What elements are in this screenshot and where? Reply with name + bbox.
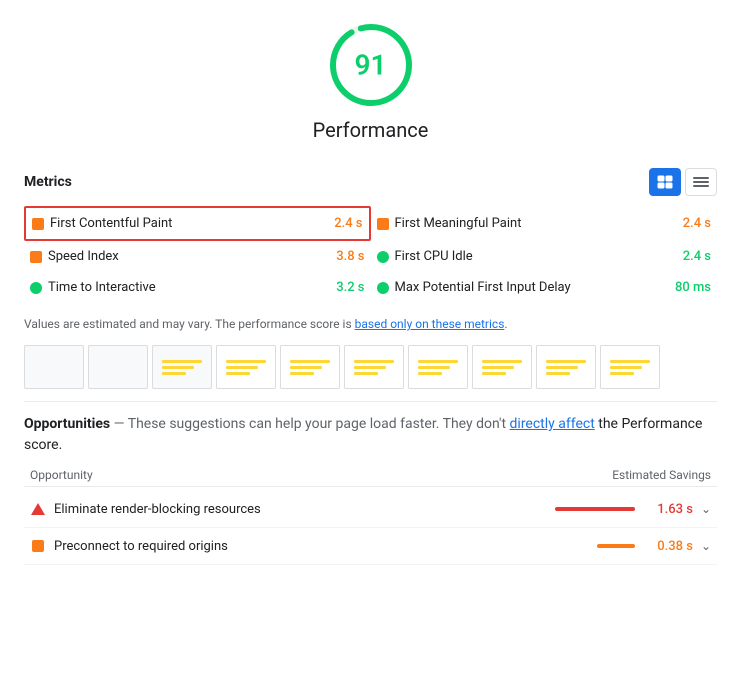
opportunities-header: Opportunities — These suggestions can he… xyxy=(24,414,717,456)
opportunity-render-blocking[interactable]: Eliminate render-blocking resources 1.63… xyxy=(24,491,717,528)
score-section: 91 Performance xyxy=(24,20,717,158)
metric-time-to-interactive: Time to Interactive 3.2 s xyxy=(24,272,371,303)
film-frame-7 xyxy=(408,345,468,389)
film-frame-2 xyxy=(88,345,148,389)
grid-view-button[interactable] xyxy=(649,168,681,196)
metrics-header: Metrics xyxy=(24,168,717,196)
opp-name-preconnect: Preconnect to required origins xyxy=(54,539,543,554)
opp-bar-area-preconnect: 0.38 s ⌄ xyxy=(551,539,711,554)
opportunities-bold: Opportunities xyxy=(24,416,110,432)
film-frame-5 xyxy=(280,345,340,389)
metric-dot-tti xyxy=(30,282,42,294)
opportunity-preconnect[interactable]: Preconnect to required origins 0.38 s ⌄ xyxy=(24,528,717,565)
col-opportunity: Opportunity xyxy=(30,468,93,482)
metric-name-fci: First CPU Idle xyxy=(395,249,677,264)
opp-bar-render-blocking xyxy=(555,507,635,511)
filmstrip xyxy=(24,345,717,389)
col-savings: Estimated Savings xyxy=(612,468,711,482)
metrics-grid: First Contentful Paint 2.4 s First Meani… xyxy=(24,206,717,303)
metric-name-si: Speed Index xyxy=(48,249,330,264)
opportunities-gray: — These suggestions can help your page l… xyxy=(110,416,509,432)
opp-name-render-blocking: Eliminate render-blocking resources xyxy=(54,502,543,517)
metric-first-contentful-paint: First Contentful Paint 2.4 s xyxy=(24,206,371,241)
film-frame-9 xyxy=(536,345,596,389)
metric-value-fid: 80 ms xyxy=(675,280,711,295)
score-value: 91 xyxy=(355,49,387,82)
film-frame-1 xyxy=(24,345,84,389)
metric-first-meaningful-paint: First Meaningful Paint 2.4 s xyxy=(371,206,718,241)
score-circle: 91 xyxy=(326,20,416,110)
film-frame-6 xyxy=(344,345,404,389)
metric-name-fcp: First Contentful Paint xyxy=(50,216,328,231)
opp-saving-preconnect: 0.38 s xyxy=(643,539,693,554)
chevron-icon-render-blocking[interactable]: ⌄ xyxy=(701,502,711,516)
opp-bar-area-render-blocking: 1.63 s ⌄ xyxy=(551,502,711,517)
film-frame-3 xyxy=(152,345,212,389)
metric-value-tti: 3.2 s xyxy=(336,280,364,295)
view-toggle xyxy=(649,168,717,196)
metric-dot-si xyxy=(30,251,42,263)
metric-speed-index: Speed Index 3.8 s xyxy=(24,241,371,272)
metric-dot-fmp xyxy=(377,218,389,230)
metric-value-si: 3.8 s xyxy=(336,249,364,264)
film-frame-4 xyxy=(216,345,276,389)
metrics-note-link[interactable]: based only on these metrics xyxy=(355,317,505,331)
triangle-icon xyxy=(30,501,46,517)
square-icon xyxy=(30,538,46,554)
metric-value-fcp: 2.4 s xyxy=(334,216,362,231)
metric-name-tti: Time to Interactive xyxy=(48,280,330,295)
metric-value-fci: 2.4 s xyxy=(683,249,711,264)
metric-first-cpu-idle: First CPU Idle 2.4 s xyxy=(371,241,718,272)
metric-max-potential-fid: Max Potential First Input Delay 80 ms xyxy=(371,272,718,303)
film-frame-8 xyxy=(472,345,532,389)
opportunities-link[interactable]: directly affect xyxy=(510,416,595,432)
chevron-icon-preconnect[interactable]: ⌄ xyxy=(701,539,711,553)
metric-dot-fcp xyxy=(32,218,44,230)
opp-saving-render-blocking: 1.63 s xyxy=(643,502,693,517)
metrics-note: Values are estimated and may vary. The p… xyxy=(24,315,717,333)
divider-1 xyxy=(24,401,717,402)
metric-value-fmp: 2.4 s xyxy=(683,216,711,231)
film-frame-10 xyxy=(600,345,660,389)
metric-name-fmp: First Meaningful Paint xyxy=(395,216,677,231)
list-view-button[interactable] xyxy=(685,168,717,196)
performance-label: Performance xyxy=(313,118,429,142)
opportunities-table-header: Opportunity Estimated Savings xyxy=(24,464,717,487)
metric-name-fid: Max Potential First Input Delay xyxy=(395,280,669,295)
metric-dot-fid xyxy=(377,282,389,294)
metric-dot-fci xyxy=(377,251,389,263)
metrics-title: Metrics xyxy=(24,174,72,190)
opp-bar-preconnect xyxy=(597,544,635,548)
